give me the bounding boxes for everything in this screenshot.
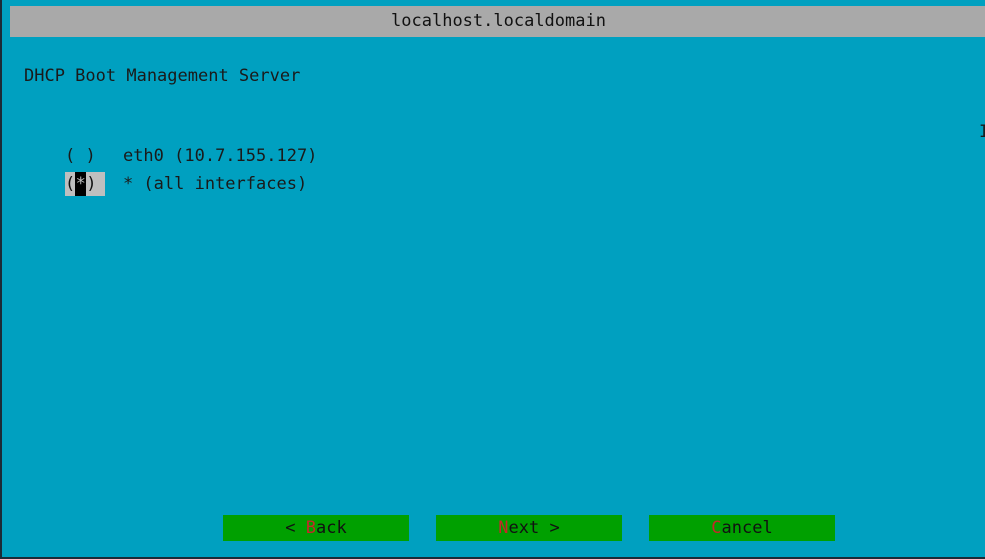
radio-button-all-interfaces[interactable]: (*): [64, 172, 105, 196]
back-button[interactable]: < Back: [223, 515, 409, 541]
radio-open-bracket: (: [64, 174, 76, 194]
cancel-button-label: ancel: [721, 518, 773, 538]
next-button-hotkey: N: [498, 518, 509, 538]
radio-selected-mark: *: [75, 172, 87, 196]
next-button-label: ext >: [508, 518, 560, 538]
option-all-interfaces[interactable]: (*) * (all interfaces): [24, 148, 307, 196]
cancel-button[interactable]: Cancel: [649, 515, 835, 541]
next-button[interactable]: Next >: [436, 515, 622, 541]
terminal-screen: localhost.localdomain DHCP Boot Manageme…: [0, 0, 985, 559]
option-eth0[interactable]: ( ) eth0 (10.7.155.127): [24, 120, 317, 166]
radio-close-bracket: ): [86, 174, 97, 194]
back-button-prefix: <: [285, 518, 306, 538]
option-label-all-interfaces: * (all interfaces): [122, 174, 308, 194]
window-title: localhost.localdomain: [10, 6, 985, 37]
scroll-indicator: I: [979, 122, 985, 142]
dialog-heading: DHCP Boot Management Server: [24, 66, 301, 86]
back-button-label: ack: [316, 518, 347, 538]
cancel-button-hotkey: C: [711, 518, 722, 538]
back-button-hotkey: B: [305, 518, 316, 538]
